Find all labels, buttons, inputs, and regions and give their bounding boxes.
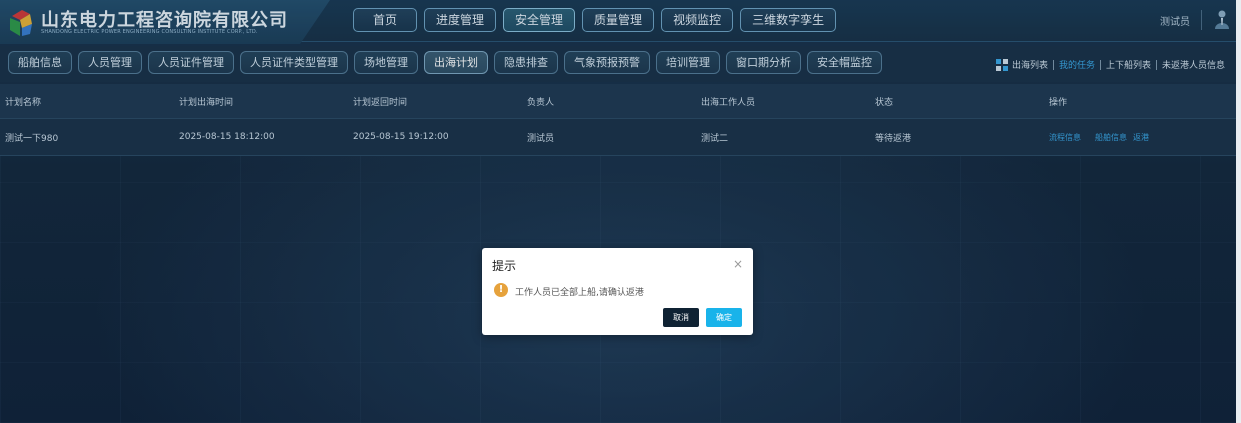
dialog-title: 提示 [492, 259, 517, 273]
close-icon[interactable]: × [733, 258, 743, 270]
scrollbar[interactable] [1236, 0, 1241, 423]
dialog-message: 工作人员已全部上船,请确认返港 [515, 288, 644, 298]
confirm-dialog: 提示 × ! 工作人员已全部上船,请确认返港 取消 确定 [482, 248, 753, 335]
confirm-button[interactable]: 确定 [706, 308, 742, 327]
cancel-button[interactable]: 取消 [663, 308, 699, 327]
modal-overlay [0, 0, 1236, 423]
warning-icon: ! [494, 283, 508, 297]
